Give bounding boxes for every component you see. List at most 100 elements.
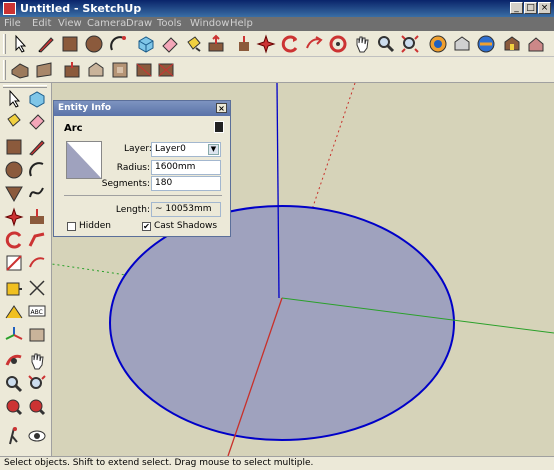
radius-label: Radius: (116, 163, 150, 173)
toolbar-grip[interactable] (3, 34, 6, 54)
segments-value: 180 (155, 178, 173, 188)
length-label: Length: (115, 205, 150, 215)
pan-icon[interactable] (328, 34, 348, 54)
eraser-icon[interactable] (160, 34, 180, 54)
hand-icon[interactable] (352, 34, 372, 54)
toolbar-grip[interactable] (3, 85, 47, 88)
tape-measure-icon[interactable] (4, 278, 24, 298)
menu-camera[interactable]: Camera (87, 18, 126, 29)
segments-field[interactable]: 180 (151, 176, 221, 191)
3d-text-icon[interactable] (27, 325, 47, 345)
zoom-icon[interactable] (4, 374, 24, 394)
circle-icon[interactable] (84, 34, 104, 54)
menu-bar: File Edit View Camera Draw Tools Window … (0, 17, 554, 31)
zoom-window-icon[interactable] (27, 374, 47, 394)
freehand-icon[interactable] (27, 183, 47, 203)
follow-me-icon[interactable] (27, 230, 47, 250)
axes-icon[interactable] (4, 325, 24, 345)
length-value: ~ 10053mm (155, 204, 212, 214)
select-icon[interactable] (4, 89, 24, 109)
eraser-icon[interactable] (27, 111, 47, 131)
cast-shadows-checkbox[interactable]: ✔ (142, 222, 151, 231)
pencil-icon[interactable] (36, 34, 56, 54)
layer-select-value: Layer0 (155, 144, 186, 154)
push-pull-icon[interactable] (27, 207, 47, 227)
text-icon[interactable]: ABC (27, 302, 47, 322)
rectangle-icon[interactable] (4, 137, 24, 157)
orbit-icon[interactable] (4, 351, 24, 371)
next-view-icon[interactable] (27, 397, 47, 417)
paint-bucket-icon[interactable] (4, 111, 24, 131)
arc-icon[interactable] (108, 34, 128, 54)
chevron-down-icon[interactable]: ▼ (208, 144, 219, 155)
look-around-icon[interactable] (27, 426, 47, 446)
hidden-checkbox[interactable] (67, 222, 76, 231)
material-preview-swatch[interactable] (66, 141, 102, 179)
main-toolbar (0, 31, 554, 57)
polygon-icon[interactable] (4, 183, 24, 203)
entity-info-dialog: Entity Info × Arc Layer: Layer0 ▼ Radius… (53, 100, 231, 237)
right-view-icon[interactable] (86, 60, 106, 80)
circle-icon[interactable] (4, 160, 24, 180)
zoom-extents-icon[interactable] (400, 34, 420, 54)
get-models-icon[interactable] (428, 34, 448, 54)
views-toolbar (0, 57, 554, 83)
window-title: Untitled - SketchUp (20, 2, 142, 15)
zoom-icon[interactable] (376, 34, 396, 54)
iso-view-icon[interactable] (10, 60, 30, 80)
arc-icon[interactable] (27, 160, 47, 180)
menu-edit[interactable]: Edit (32, 18, 51, 29)
menu-tools[interactable]: Tools (157, 18, 182, 29)
make-component-icon[interactable] (136, 34, 156, 54)
protractor-icon[interactable] (4, 302, 24, 322)
rotate-icon[interactable] (256, 34, 276, 54)
scale-icon[interactable] (4, 253, 24, 273)
layer-select[interactable]: Layer0 ▼ (151, 142, 221, 157)
section-plane-icon[interactable] (156, 60, 176, 80)
menu-window[interactable]: Window (190, 18, 229, 29)
offset-icon[interactable] (280, 34, 300, 54)
collapse-details-icon[interactable] (214, 121, 224, 133)
cast-shadows-label: Cast Shadows (154, 221, 218, 231)
top-view-icon[interactable] (34, 60, 54, 80)
rotate-icon[interactable] (4, 230, 24, 250)
radius-field[interactable]: 1600mm (151, 160, 221, 175)
pan-icon[interactable] (27, 351, 47, 371)
google-earth-icon[interactable] (476, 34, 496, 54)
make-component-icon[interactable] (27, 89, 47, 109)
minimize-button[interactable]: _ (510, 2, 523, 14)
back-view-icon[interactable] (110, 60, 130, 80)
select-icon[interactable] (10, 34, 30, 54)
entity-type-label: Arc (64, 123, 83, 134)
share-model-icon[interactable] (452, 34, 472, 54)
arc-circle-face[interactable] (109, 205, 455, 441)
component-warehouse-icon[interactable] (502, 34, 522, 54)
offset-icon[interactable] (27, 253, 47, 273)
rectangle-icon[interactable] (60, 34, 80, 54)
left-view-icon[interactable] (134, 60, 154, 80)
menu-file[interactable]: File (4, 18, 21, 29)
move-icon[interactable] (4, 207, 24, 227)
menu-view[interactable]: View (58, 18, 82, 29)
toolbar-grip[interactable] (3, 60, 6, 80)
dimension-icon[interactable] (27, 278, 47, 298)
dialog-title: Entity Info (58, 103, 112, 113)
building-icon[interactable] (526, 34, 546, 54)
previous-view-icon[interactable] (4, 397, 24, 417)
close-icon[interactable]: × (216, 103, 227, 113)
title-bar: Untitled - SketchUp _ □ × (0, 0, 554, 17)
push-pull-icon[interactable] (206, 34, 226, 54)
segments-label: Segments: (101, 179, 150, 189)
front-view-icon[interactable] (62, 60, 82, 80)
left-toolbar: ABC (0, 83, 52, 456)
orbit-icon[interactable] (304, 34, 324, 54)
paint-bucket-icon[interactable] (184, 34, 204, 54)
menu-help[interactable]: Help (230, 18, 253, 29)
pencil-icon[interactable] (27, 137, 47, 157)
maximize-button[interactable]: □ (524, 2, 537, 14)
close-button[interactable]: × (538, 2, 551, 14)
dialog-title-bar[interactable]: Entity Info × (54, 101, 230, 116)
menu-draw[interactable]: Draw (126, 18, 152, 29)
move-icon[interactable] (234, 34, 254, 54)
walk-icon[interactable] (4, 426, 24, 446)
